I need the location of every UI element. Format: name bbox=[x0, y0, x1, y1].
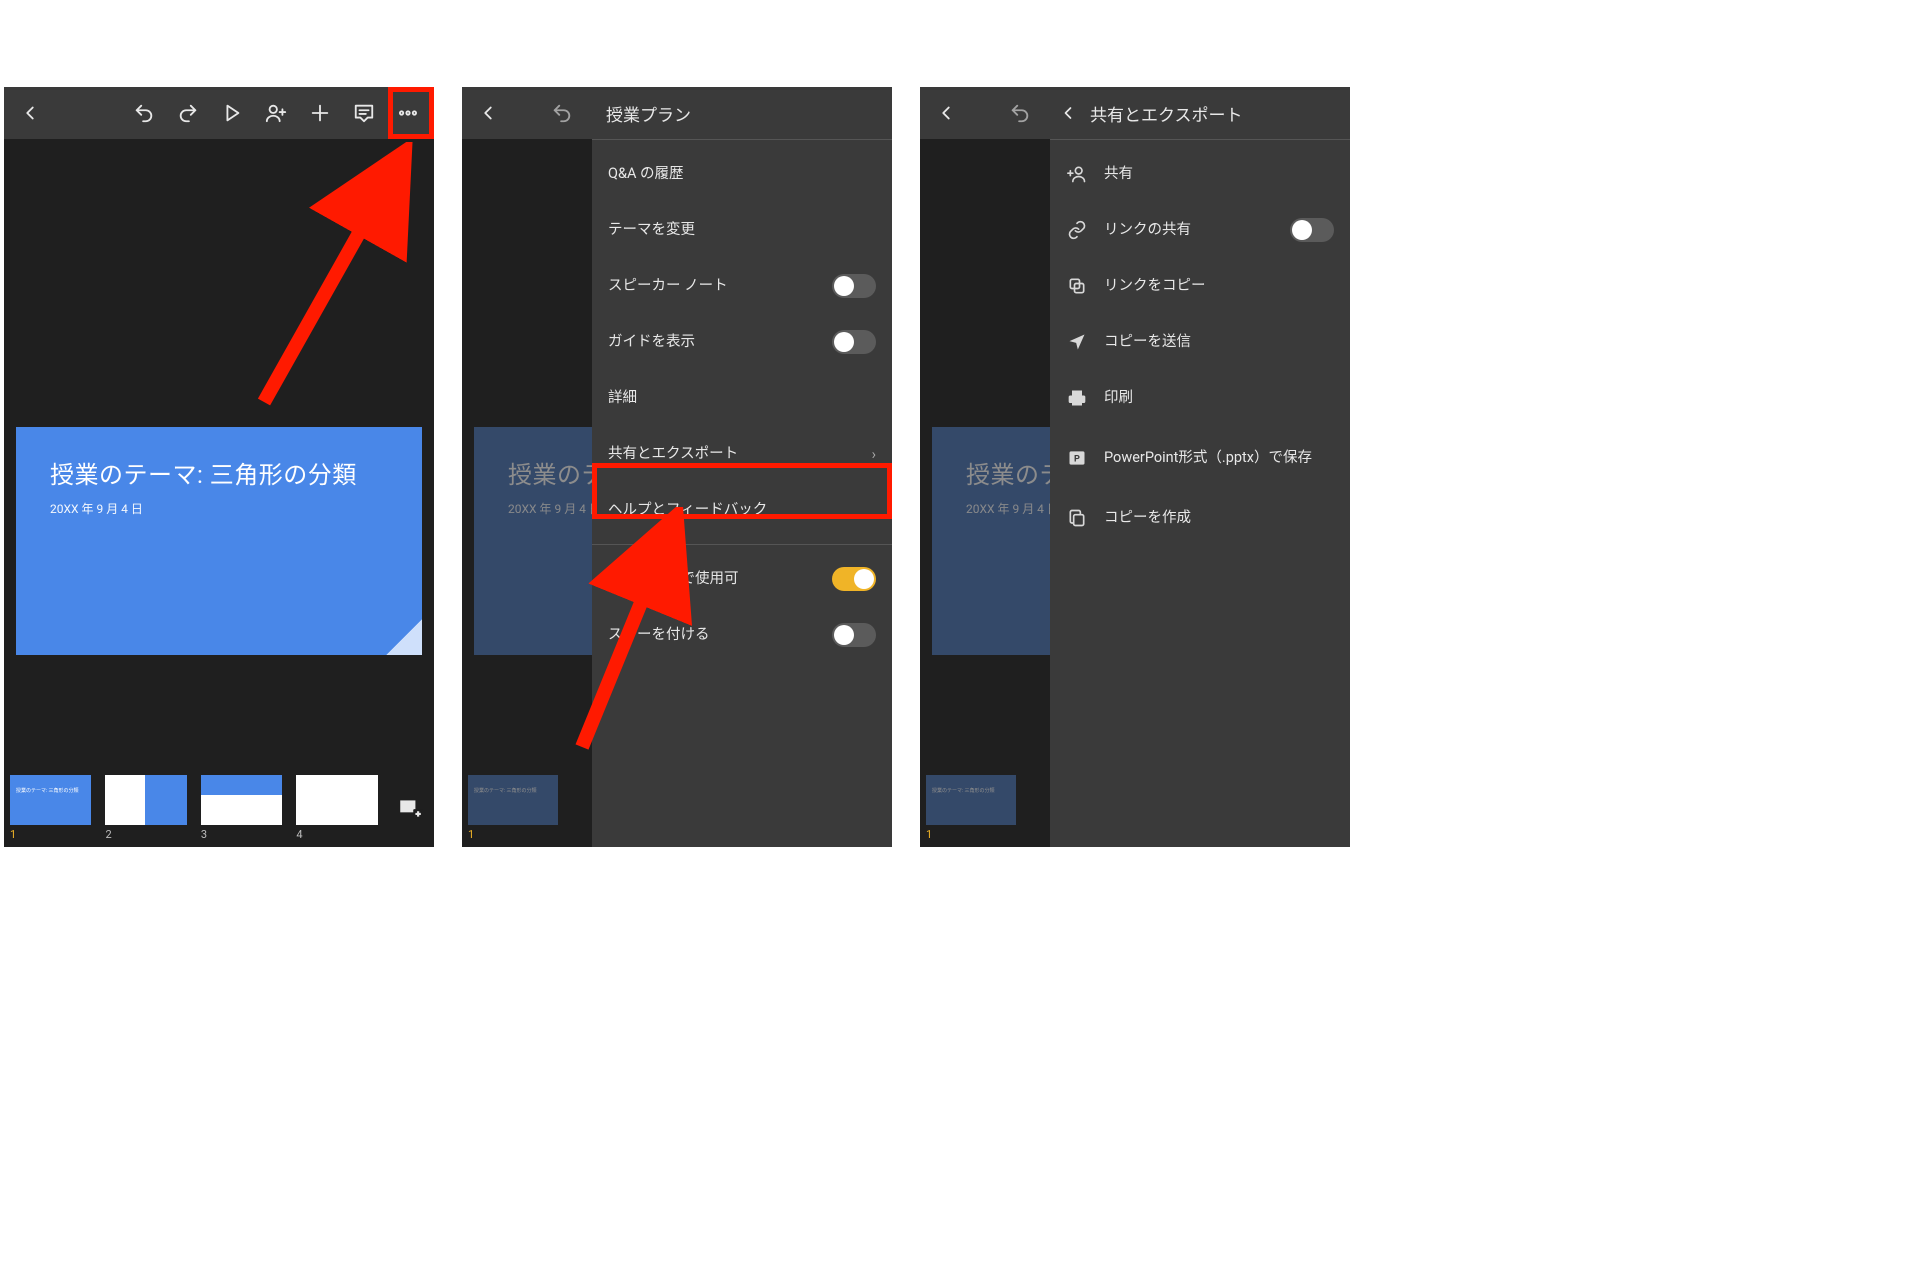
submenu-header: 共有とエクスポート bbox=[1050, 87, 1350, 139]
slide-date: 20XX 年 9 月 4 日 bbox=[50, 500, 388, 517]
toggle-link-sharing[interactable] bbox=[1290, 218, 1334, 242]
link-icon bbox=[1066, 220, 1088, 240]
menu-item-help-feedback[interactable]: ヘルプとフィードバック bbox=[592, 482, 892, 538]
menu-item-available-offline[interactable]: オフラインで使用可 bbox=[592, 551, 892, 607]
menu-item-print[interactable]: 印刷 bbox=[1050, 370, 1350, 426]
svg-text:P: P bbox=[1074, 454, 1080, 464]
menu-item-qa-history[interactable]: Q&A の履歴 bbox=[592, 146, 892, 202]
panel-back-icon[interactable] bbox=[1058, 91, 1078, 135]
menu-item-share-export[interactable]: 共有とエクスポート› bbox=[592, 426, 892, 482]
thumbnail-2[interactable]: 2 bbox=[105, 775, 186, 841]
plus-icon[interactable] bbox=[298, 91, 342, 135]
slide-canvas[interactable]: 授業のテーマ: 三角形の分類 20XX 年 9 月 4 日 bbox=[16, 427, 422, 655]
send-icon bbox=[1066, 332, 1088, 352]
add-person-icon bbox=[1066, 164, 1088, 184]
thumbnail-1[interactable]: 授業のテーマ: 三角形の分類 1 bbox=[10, 775, 91, 841]
screen-1: 授業のテーマ: 三角形の分類 20XX 年 9 月 4 日 授業のテーマ: 三角… bbox=[4, 87, 434, 847]
chevron-right-icon: › bbox=[872, 446, 876, 463]
thumbnail-1[interactable]: 授業のテーマ: 三角形の分類 1 bbox=[468, 775, 558, 841]
add-person-icon[interactable] bbox=[254, 91, 298, 135]
annotation-arrow-1 bbox=[234, 142, 424, 422]
slide-title: 授業のテーマ: 三角形の分類 bbox=[50, 455, 388, 490]
add-slide-button[interactable] bbox=[392, 775, 428, 841]
printer-icon bbox=[1066, 388, 1088, 408]
powerpoint-icon: P bbox=[1066, 448, 1088, 468]
present-icon[interactable] bbox=[210, 91, 254, 135]
comment-icon[interactable] bbox=[342, 91, 386, 135]
redo-icon[interactable] bbox=[166, 91, 210, 135]
menu-item-link-sharing[interactable]: リンクの共有 bbox=[1050, 202, 1350, 258]
page-fold-decoration bbox=[386, 619, 422, 655]
share-export-menu: 共有とエクスポート 共有 リンクの共有 リンクをコピー コピーを送信 印刷 P … bbox=[1050, 87, 1350, 847]
toggle-available-offline[interactable] bbox=[832, 567, 876, 591]
toggle-speaker-notes[interactable] bbox=[832, 274, 876, 298]
menu-header: 授業プラン bbox=[592, 87, 892, 139]
copy-icon bbox=[1066, 276, 1088, 296]
thumbnail-strip: 授業のテーマ: 三角形の分類 1 2 3 4 bbox=[10, 775, 428, 841]
menu-item-change-theme[interactable]: テーマを変更 bbox=[592, 202, 892, 258]
menu-item-details[interactable]: 詳細 bbox=[592, 370, 892, 426]
back-icon[interactable] bbox=[466, 91, 510, 135]
menu-item-share[interactable]: 共有 bbox=[1050, 146, 1350, 202]
screen-2: 授業のテ 20XX 年 9 月 4 日 授業のテーマ: 三角形の分類 1 授業プ… bbox=[462, 87, 892, 847]
menu-item-copy-link[interactable]: リンクをコピー bbox=[1050, 258, 1350, 314]
more-icon[interactable] bbox=[386, 91, 430, 135]
screen-3: 授業のテ 20XX 年 9 月 4 日 授業のテーマ: 三角形の分類 1 共有と… bbox=[920, 87, 1350, 847]
menu-item-send-copy[interactable]: コピーを送信 bbox=[1050, 314, 1350, 370]
back-icon[interactable] bbox=[924, 91, 968, 135]
toggle-show-guides[interactable] bbox=[832, 330, 876, 354]
menu-item-save-pptx[interactable]: P PowerPoint形式（.pptx）で保存 bbox=[1050, 426, 1350, 490]
toggle-star[interactable] bbox=[832, 623, 876, 647]
undo-icon[interactable] bbox=[998, 91, 1042, 135]
overflow-menu: 授業プラン Q&A の履歴 テーマを変更 スピーカー ノート ガイドを表示 詳細… bbox=[592, 87, 892, 847]
thumbnail-4[interactable]: 4 bbox=[296, 775, 377, 841]
undo-icon[interactable] bbox=[122, 91, 166, 135]
undo-icon[interactable] bbox=[540, 91, 584, 135]
thumbnail-1[interactable]: 授業のテーマ: 三角形の分類 1 bbox=[926, 775, 1016, 841]
menu-item-make-copy[interactable]: コピーを作成 bbox=[1050, 490, 1350, 546]
duplicate-icon bbox=[1066, 508, 1088, 528]
toolbar bbox=[4, 87, 434, 139]
menu-item-speaker-notes[interactable]: スピーカー ノート bbox=[592, 258, 892, 314]
thumbnail-3[interactable]: 3 bbox=[201, 775, 282, 841]
back-icon[interactable] bbox=[8, 91, 52, 135]
menu-item-show-guides[interactable]: ガイドを表示 bbox=[592, 314, 892, 370]
menu-item-star[interactable]: スターを付ける bbox=[592, 607, 892, 663]
